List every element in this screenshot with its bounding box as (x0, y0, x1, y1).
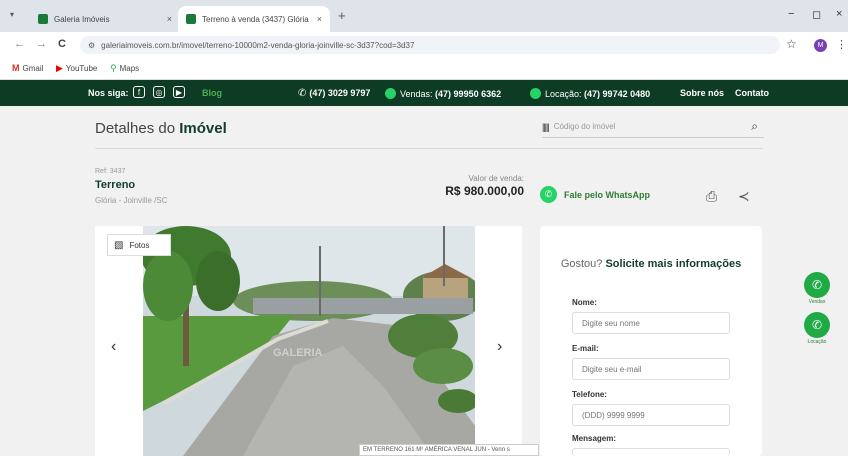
property-photo-image: GALERIA (143, 226, 475, 456)
browser-tab-terreno[interactable]: Terreno à venda (3437) Glória - × (178, 6, 330, 32)
url-field[interactable]: ⚙ galeriaimoveis.com.br/imovel/terreno-1… (80, 36, 780, 54)
reload-button[interactable]: C (58, 38, 66, 50)
search-icon[interactable]: ⌕ (751, 119, 758, 134)
minimize-button[interactable]: − (788, 8, 794, 20)
youtube-icon: ▶ (56, 63, 63, 73)
site-favicon-icon (38, 14, 48, 24)
bookmark-star-icon[interactable]: ☆ (786, 37, 797, 51)
bookmark-gmail[interactable]: M Gmail (12, 63, 43, 73)
photo-gallery: GALERIA ▧ Fotos ‹ › EM TERRENO 161 M² AM… (95, 226, 539, 456)
profile-avatar[interactable]: M (814, 39, 827, 52)
bookmark-maps[interactable]: ⚲ Maps (110, 63, 139, 74)
youtube-icon[interactable]: ▶ (173, 86, 185, 98)
bookmark-label: YouTube (65, 64, 98, 73)
floating-vendas-label: Vendas (808, 299, 826, 305)
blog-link[interactable]: Blog (202, 88, 222, 98)
forward-button[interactable]: → (36, 38, 47, 50)
locacao-whatsapp-link[interactable]: Locação: (47) 99742 0480 (530, 88, 650, 99)
page-title: Detalhes do Imóvel (95, 120, 227, 137)
site-header-bar: Nos siga: f ◎ ▶ Blog ✆ (47) 3029 9797 Ven… (0, 80, 848, 106)
whatsapp-cta-label: Fale pelo WhatsApp (564, 189, 651, 200)
barcode-icon: ||||| (542, 121, 550, 132)
name-label: Nome: (572, 298, 597, 307)
phone-field[interactable] (572, 404, 730, 426)
share-icon[interactable]: ≺ (738, 188, 750, 205)
floating-whatsapp-vendas-button[interactable]: ✆ (804, 272, 830, 298)
email-label: E-mail: (572, 344, 599, 353)
tab-close-icon[interactable]: × (167, 14, 172, 24)
floating-whatsapp-locacao-button[interactable]: ✆ (804, 312, 830, 338)
prev-photo-button[interactable]: ‹ (111, 338, 116, 356)
url-text: galeriaimoveis.com.br/imovel/terreno-100… (101, 40, 415, 50)
search-input[interactable]: Código do imóvel (554, 122, 616, 131)
instagram-icon[interactable]: ◎ (153, 86, 165, 98)
close-window-button[interactable]: × (836, 8, 842, 20)
whatsapp-icon (385, 88, 396, 99)
message-label: Mensagem: (572, 434, 617, 443)
email-field[interactable] (572, 358, 730, 380)
form-title: Gostou? Solicite mais informações (560, 258, 742, 270)
message-field[interactable] (572, 448, 730, 456)
photo-caption: EM TERRENO 161 M² AMÉRICA VENAL JUN - Ve… (359, 444, 539, 456)
browser-tab-galeria[interactable]: Galeria Imóveis × (30, 6, 180, 32)
tab-search-icon[interactable]: ▾ (10, 10, 14, 19)
new-tab-button[interactable]: + (338, 8, 346, 23)
gmail-icon: M (12, 63, 20, 73)
maps-icon: ⚲ (110, 63, 117, 73)
site-info-icon[interactable]: ⚙ (88, 41, 95, 50)
tab-close-icon[interactable]: × (317, 14, 322, 24)
vendas-whatsapp-link[interactable]: Vendas: (47) 99950 6362 (385, 88, 501, 99)
property-code-search[interactable]: ||||| Código do imóvel ⌕ (542, 116, 764, 138)
follow-label: Nos siga: (88, 88, 129, 98)
bookmarks-bar: M Gmail ▶ YouTube ⚲ Maps (0, 58, 848, 80)
about-link[interactable]: Sobre nós (680, 88, 724, 98)
page-content: Detalhes do Imóvel ||||| Código do imóve… (0, 106, 848, 456)
browser-tab-bar: ▾ Galeria Imóveis × Terreno à venda (343… (0, 0, 848, 32)
phone-link[interactable]: ✆ (47) 3029 9797 (298, 88, 370, 99)
property-type: Terreno (95, 179, 136, 191)
next-photo-button[interactable]: › (497, 338, 502, 356)
property-location: Glória - Joinville /SC (95, 196, 168, 205)
name-field[interactable] (572, 312, 730, 334)
photos-icon: ▧ (114, 239, 124, 251)
address-bar-row: ← → C ⚙ galeriaimoveis.com.br/imovel/ter… (0, 32, 848, 58)
bookmark-youtube[interactable]: ▶ YouTube (56, 63, 97, 74)
price-label: Valor de venda: (468, 174, 524, 183)
browser-menu-icon[interactable]: ⋮ (836, 38, 847, 51)
tab-title: Terreno à venda (3437) Glória - (202, 14, 311, 24)
print-icon[interactable]: ⎙ (706, 188, 717, 205)
bookmark-label: Maps (119, 64, 140, 73)
whatsapp-cta-button[interactable]: ✆ Fale pelo WhatsApp (540, 186, 650, 203)
property-price: R$ 980.000,00 (445, 184, 524, 198)
facebook-icon[interactable]: f (133, 86, 145, 98)
phone-label: Telefone: (572, 390, 607, 399)
photos-button[interactable]: ▧ Fotos (107, 234, 171, 256)
property-ref: Ref: 3437 (95, 168, 126, 175)
site-favicon-icon (186, 14, 196, 24)
phone-icon: ✆ (298, 88, 307, 99)
svg-text:GALERIA: GALERIA (273, 347, 323, 359)
bookmark-label: Gmail (22, 63, 44, 73)
floating-locacao-label: Locação (807, 339, 827, 345)
tab-title: Galeria Imóveis (54, 14, 110, 24)
maximize-button[interactable]: ◻ (812, 8, 821, 21)
contact-form: Gostou? Solicite mais informações Nome: … (540, 226, 762, 456)
whatsapp-icon: ✆ (540, 186, 557, 203)
contact-link[interactable]: Contato (735, 88, 769, 98)
back-button[interactable]: ← (14, 38, 25, 50)
divider (95, 148, 763, 149)
property-photo[interactable]: GALERIA (143, 226, 475, 456)
whatsapp-icon (530, 88, 541, 99)
photos-button-label: Fotos (129, 240, 150, 250)
